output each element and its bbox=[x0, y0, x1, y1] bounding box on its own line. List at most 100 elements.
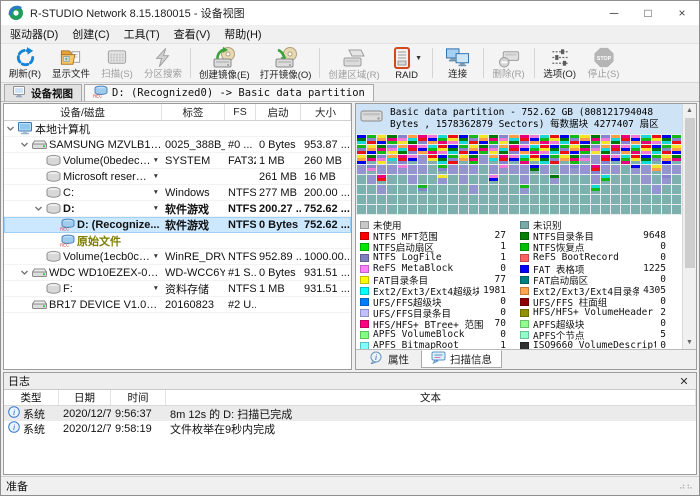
table-row[interactable]: Volume(1ecb0c98-...▼WinRE_DRVNTFS952.89 … bbox=[4, 249, 351, 265]
volume-icon bbox=[45, 282, 61, 295]
blockmap-cell bbox=[652, 135, 661, 144]
table-row[interactable]: BR17 DEVICE V1.00 1...20160823#2 U... bbox=[4, 297, 351, 313]
toolbar-button[interactable]: 连接 bbox=[436, 45, 480, 81]
blockmap-cell bbox=[540, 135, 549, 144]
toolbar-separator bbox=[483, 48, 484, 78]
scan-scrollbar[interactable]: ▲ ▼ bbox=[682, 104, 696, 349]
row-dropdown-icon[interactable]: ▼ bbox=[152, 253, 162, 260]
expand-chevron-icon[interactable] bbox=[32, 204, 45, 213]
cell-label: 20160823 bbox=[162, 297, 225, 312]
blockmap-cell bbox=[641, 185, 650, 194]
toolbar-button[interactable]: 打开镜像(O) bbox=[255, 45, 317, 81]
menu-item[interactable]: 查看(V) bbox=[167, 24, 218, 44]
cell-label: 资料存储 bbox=[162, 281, 225, 296]
blockmap-cell bbox=[591, 145, 600, 154]
toolbar-button[interactable]: 创建镜像(E) bbox=[194, 45, 255, 81]
legend-count: 0 bbox=[660, 252, 680, 263]
toolbar-button[interactable]: 选项(O) bbox=[538, 45, 582, 81]
toolbar-button[interactable]: STOP停止(S) bbox=[582, 45, 626, 81]
legend-count: 1981 bbox=[483, 285, 520, 296]
log-title: 日志 bbox=[8, 373, 676, 389]
log-close-icon[interactable]: ✕ bbox=[676, 375, 692, 388]
menu-item[interactable]: 驱动器(D) bbox=[3, 24, 65, 44]
menu-item[interactable]: 帮助(H) bbox=[217, 24, 268, 44]
blockmap-cell bbox=[601, 205, 610, 214]
blockmap-cell bbox=[499, 145, 508, 154]
toolbar-button[interactable]: 创建区域(R) bbox=[323, 45, 384, 81]
blockmap-cell bbox=[580, 135, 589, 144]
toolbar-button[interactable]: 扫描(S) bbox=[95, 45, 139, 81]
expand-chevron-icon[interactable] bbox=[4, 124, 17, 133]
raid-button[interactable]: ▼RAID bbox=[385, 45, 429, 81]
menu-item[interactable]: 创建(C) bbox=[65, 24, 116, 44]
view-tab-label: 设备视图 bbox=[31, 86, 73, 101]
tab-scan-info[interactable]: 扫描信息 bbox=[421, 350, 502, 368]
row-dropdown-icon[interactable]: ▼ bbox=[152, 173, 162, 180]
blockmap-cell bbox=[520, 195, 529, 204]
column-header[interactable]: 标签 bbox=[162, 104, 225, 120]
row-dropdown-icon[interactable]: ▼ bbox=[152, 205, 162, 212]
scrollbar-down-icon[interactable]: ▼ bbox=[686, 336, 693, 349]
blockmap-cell bbox=[530, 195, 539, 204]
close-button[interactable]: × bbox=[665, 1, 699, 25]
table-row[interactable]: REC原始文件 bbox=[4, 233, 351, 249]
log-row[interactable]: i系统2020/12/79:56:378m 12s 的 D: 扫描已完成 bbox=[4, 406, 696, 421]
table-row[interactable]: C:▼WindowsNTFS277 MB200.00 ... bbox=[4, 185, 351, 201]
scrollbar-thumb[interactable] bbox=[685, 118, 695, 268]
log-text: 文件枚举在9秒内完成 bbox=[166, 421, 696, 437]
tab-properties[interactable]: i属性 bbox=[360, 350, 419, 368]
cell-start bbox=[256, 121, 301, 136]
row-dropdown-icon[interactable]: ▼ bbox=[152, 157, 162, 164]
blockmap-cell bbox=[621, 155, 630, 164]
cell-size: 931.51 ... bbox=[301, 265, 351, 280]
legend-count: 0 bbox=[660, 241, 680, 252]
column-header[interactable]: 大小 bbox=[301, 104, 351, 120]
resize-grip-icon[interactable]: ⠴⠦ bbox=[679, 481, 694, 492]
blockmap-cell bbox=[357, 195, 366, 204]
toolbar-button[interactable]: 删除(R) bbox=[487, 45, 531, 81]
blockmap-cell bbox=[641, 155, 650, 164]
minimize-button[interactable]: ─ bbox=[597, 1, 631, 25]
column-header[interactable]: 设备/磁盘 bbox=[4, 104, 162, 120]
blockmap-cell bbox=[621, 175, 630, 184]
table-row[interactable]: WDC WD10EZEX-08W...WD-WCC6Y6...#1 S...0 … bbox=[4, 265, 351, 281]
maximize-button[interactable]: □ bbox=[631, 1, 665, 25]
blockmap-cell bbox=[580, 175, 589, 184]
create-image-icon bbox=[211, 46, 237, 70]
legend-item: NTFS启动扇区1 bbox=[360, 241, 520, 252]
legend-swatch bbox=[520, 265, 529, 273]
view-tab[interactable]: 设备视图 bbox=[4, 84, 82, 101]
table-row[interactable]: SAMSUNG MZVLB1T0...0025_388B_9...#0 ...0… bbox=[4, 137, 351, 153]
blockmap-cell bbox=[398, 175, 407, 184]
toolbar-button[interactable]: 分区搜索 bbox=[139, 45, 187, 81]
dropdown-caret-icon[interactable]: ▼ bbox=[415, 55, 422, 62]
expand-chevron-icon[interactable] bbox=[18, 140, 31, 149]
cell-label: WinRE_DRV bbox=[162, 249, 225, 264]
table-row[interactable]: F:▼资料存储NTFS1 MB931.51 ... bbox=[4, 281, 351, 297]
blockmap-cell bbox=[499, 155, 508, 164]
toolbar-button[interactable]: 刷新(R) bbox=[3, 45, 47, 81]
blockmap-cell bbox=[377, 175, 386, 184]
row-dropdown-icon[interactable]: ▼ bbox=[152, 189, 162, 196]
table-row[interactable]: 本地计算机 bbox=[4, 121, 351, 137]
legend-item: APFS BitmapRoot1 bbox=[360, 340, 520, 349]
blockmap-cell bbox=[662, 205, 671, 214]
device-name: 原始文件 bbox=[75, 233, 162, 248]
column-header[interactable]: FS bbox=[225, 104, 256, 120]
column-header[interactable]: 启动 bbox=[256, 104, 301, 120]
table-row[interactable]: Volume(0bedecf0-...▼SYSTEMFAT321 MB260 M… bbox=[4, 153, 351, 169]
blockmap-cell bbox=[479, 205, 488, 214]
expand-chevron-icon[interactable] bbox=[18, 268, 31, 277]
blockmap-cell bbox=[387, 135, 396, 144]
legend-swatch bbox=[360, 287, 369, 295]
table-row[interactable]: D:▼软件游戏NTFS200.27 ...752.62 ... bbox=[4, 201, 351, 217]
row-dropdown-icon[interactable]: ▼ bbox=[152, 285, 162, 292]
device-name: Volume(1ecb0c98-... bbox=[61, 251, 152, 263]
scrollbar-up-icon[interactable]: ▲ bbox=[686, 104, 693, 117]
toolbar-button[interactable]: 显示文件 bbox=[47, 45, 95, 81]
table-row[interactable]: RECD: (Recognize...软件游戏NTFS0 Bytes752.62… bbox=[4, 217, 351, 233]
table-row[interactable]: Microsoft reserve...▼261 MB16 MB bbox=[4, 169, 351, 185]
view-tab[interactable]: RECD: (Recognized0) -> Basic data partit… bbox=[84, 84, 374, 101]
log-row[interactable]: i系统2020/12/79:58:19文件枚举在9秒内完成 bbox=[4, 421, 696, 436]
menu-item[interactable]: 工具(T) bbox=[117, 24, 167, 44]
